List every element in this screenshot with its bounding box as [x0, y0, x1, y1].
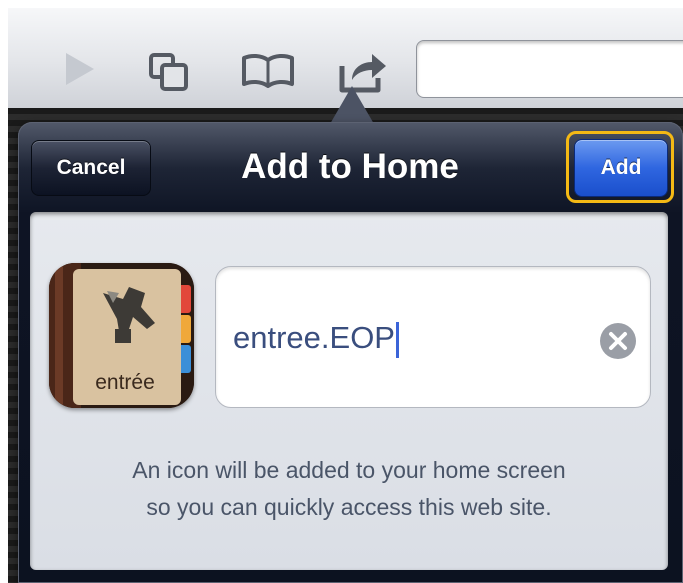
app-icon: entrée — [49, 263, 194, 408]
add-button[interactable]: Add — [574, 139, 668, 197]
cancel-button[interactable]: Cancel — [31, 140, 151, 196]
info-line-2: so you can quickly access this web site. — [146, 494, 552, 520]
info-text: An icon will be added to your home scree… — [40, 452, 658, 526]
url-field[interactable] — [416, 40, 683, 98]
bookmarks-icon[interactable] — [241, 52, 295, 88]
app-icon-label: entrée — [95, 371, 155, 394]
play-back-icon[interactable] — [62, 50, 98, 88]
dialog-title: Add to Home — [241, 147, 459, 186]
info-line-1: An icon will be added to your home scree… — [132, 457, 566, 483]
clear-text-icon[interactable] — [599, 322, 637, 360]
text-caret — [395, 321, 399, 358]
tabs-icon[interactable] — [148, 52, 192, 92]
app-name-value: entree.EOP — [233, 318, 399, 358]
popover-arrow — [330, 86, 374, 124]
